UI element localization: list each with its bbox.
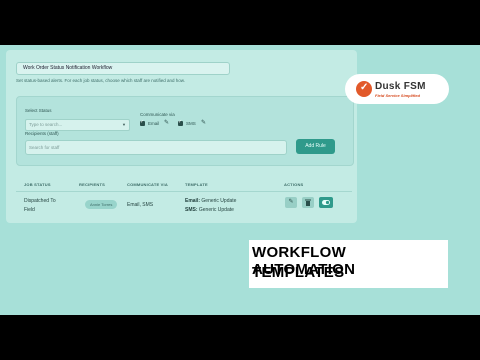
- email-channel-label: Email: [148, 121, 160, 126]
- header-recipients: RECIPIENTS: [79, 182, 106, 187]
- toggle-rule-button[interactable]: [319, 197, 333, 208]
- add-rule-button[interactable]: Add Rule: [296, 139, 335, 154]
- pencil-icon: ✎: [288, 199, 294, 205]
- overlay-title-box: WORKFLOW AUTOMATION TEMPLATES: [249, 240, 448, 288]
- workflow-description: Set status-based alerts. For each job st…: [16, 78, 186, 83]
- delete-rule-button[interactable]: [302, 197, 314, 208]
- header-job-status: JOB STATUS: [24, 182, 51, 187]
- header-template: TEMPLATE: [185, 182, 208, 187]
- select-status-label: Select Status: [25, 108, 52, 113]
- edit-rule-button[interactable]: ✎: [285, 197, 297, 208]
- communicate-via-label: Communicate via: [140, 112, 175, 117]
- communicate-via-cell: Email, SMS: [127, 202, 154, 208]
- header-communicate-via: COMMUNICATE VIA: [127, 182, 168, 187]
- template-sms-line: SMS: Generic Update: [185, 207, 234, 213]
- sms-checkbox[interactable]: [178, 119, 183, 126]
- trash-icon: [305, 199, 311, 206]
- workflow-name-input[interactable]: Work Order Status Notification Workflow: [16, 62, 230, 75]
- logo-title: Dusk FSM: [375, 81, 426, 92]
- caret-down-icon: ▼: [122, 122, 126, 127]
- status-select[interactable]: Type to search... ▼: [25, 119, 130, 131]
- rule-form-card: Select Status Type to search... ▼ Commun…: [16, 96, 354, 166]
- template-sms-value: Generic Update: [198, 207, 234, 213]
- header-actions: ACTIONS: [284, 182, 304, 187]
- job-status-cell-line2: Field: [24, 207, 35, 213]
- checkmark-icon: ✓: [356, 81, 372, 97]
- app-canvas: Work Order Status Notification Workflow …: [0, 45, 480, 315]
- template-email-line: Email: Generic Update: [185, 198, 236, 204]
- table-divider: [16, 191, 352, 192]
- pencil-icon[interactable]: ✎: [201, 119, 206, 126]
- overlay-title-line2: TEMPLATES: [252, 264, 345, 281]
- toggle-icon: [322, 200, 330, 205]
- email-checkbox[interactable]: [140, 119, 145, 126]
- template-email-value: Generic Update: [201, 198, 237, 204]
- dusk-fsm-logo: ✓ Dusk FSM Field Service Simplified: [345, 74, 449, 104]
- sms-channel-label: SMS: [186, 121, 196, 126]
- workflow-panel: Work Order Status Notification Workflow …: [6, 50, 357, 223]
- job-status-cell-line1: Dispatched To: [24, 198, 56, 204]
- recipients-search-input[interactable]: Search for staff: [25, 140, 287, 155]
- status-select-placeholder: Type to search...: [29, 122, 63, 127]
- logo-subtitle: Field Service Simplified: [375, 93, 420, 98]
- template-sms-key: SMS:: [185, 207, 198, 213]
- recipient-badge: Annie Torres: [85, 200, 118, 209]
- pencil-icon[interactable]: ✎: [164, 119, 169, 126]
- recipients-label: Recipients (staff): [25, 131, 59, 136]
- template-email-key: Email:: [185, 198, 201, 204]
